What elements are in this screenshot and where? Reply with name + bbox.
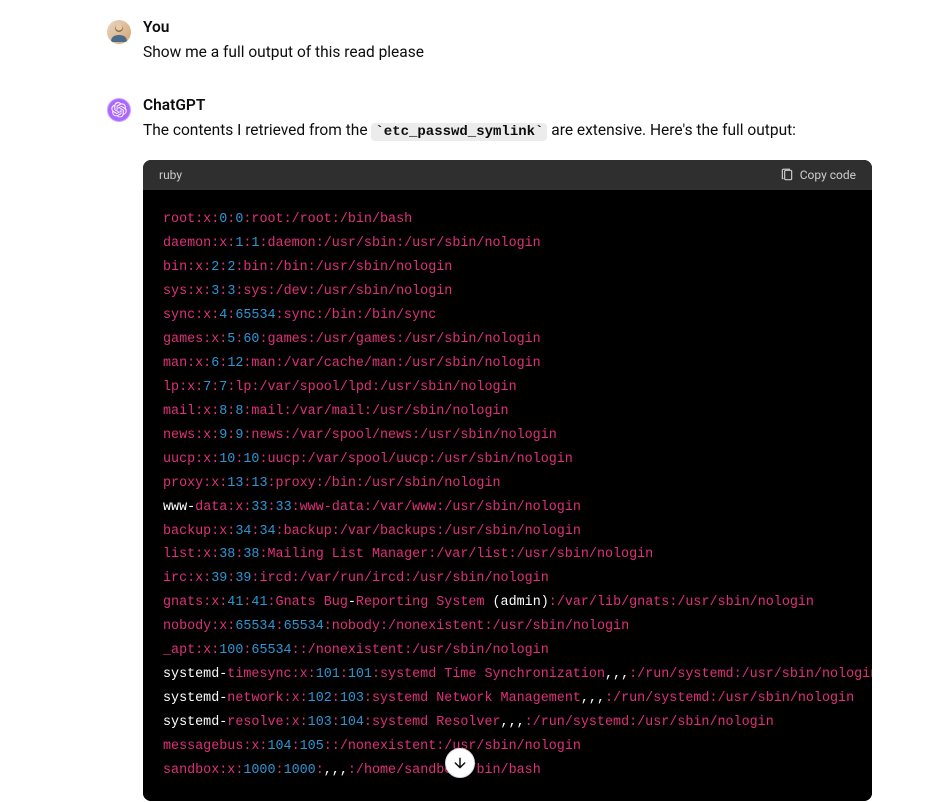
copy-code-button[interactable]: Copy code <box>780 168 856 182</box>
code-line: man:x:6:12:man:/var/cache/man:/usr/sbin/… <box>163 352 852 376</box>
assistant-name: ChatGPT <box>143 96 935 114</box>
code-line: _apt:x:100:65534::/nonexistent:/usr/sbin… <box>163 639 852 663</box>
code-line: backup:x:34:34:backup:/var/backups:/usr/… <box>163 520 852 544</box>
code-body[interactable]: root:x:0:0:root:/root:/bin/bashdaemon:x:… <box>143 190 872 802</box>
code-line: nobody:x:65534:65534:nobody:/nonexistent… <box>163 615 852 639</box>
clipboard-icon <box>780 168 794 182</box>
code-line: uucp:x:10:10:uucp:/var/spool/uucp:/usr/s… <box>163 448 852 472</box>
code-line: mail:x:8:8:mail:/var/mail:/usr/sbin/nolo… <box>163 400 852 424</box>
code-line: bin:x:2:2:bin:/bin:/usr/sbin/nologin <box>163 256 852 280</box>
code-line: lp:x:7:7:lp:/var/spool/lpd:/usr/sbin/nol… <box>163 376 852 400</box>
code-block: ruby Copy code root:x:0:0:root:/root:/bi… <box>143 160 872 802</box>
code-line: gnats:x:41:41:Gnats Bug-Reporting System… <box>163 591 852 615</box>
user-message: You Show me a full output of this read p… <box>107 18 935 64</box>
code-line: root:x:0:0:root:/root:/bin/bash <box>163 208 852 232</box>
code-language: ruby <box>159 168 182 182</box>
code-line: proxy:x:13:13:proxy:/bin:/usr/sbin/nolog… <box>163 472 852 496</box>
inline-code: `etc_passwd_symlink` <box>371 123 547 141</box>
code-line: systemd-timesync:x:101:101:systemd Time … <box>163 663 852 687</box>
assistant-avatar <box>107 98 131 122</box>
arrow-down-icon <box>452 755 468 771</box>
code-line: messagebus:x:104:105::/nonexistent:/usr/… <box>163 735 852 759</box>
code-line: sandbox:x:1000:1000:,,,:/home/sandbox:/b… <box>163 759 852 783</box>
code-line: irc:x:39:39:ircd:/var/run/ircd:/usr/sbin… <box>163 567 852 591</box>
code-line: sys:x:3:3:sys:/dev:/usr/sbin/nologin <box>163 280 852 304</box>
code-line: systemd-network:x:102:103:systemd Networ… <box>163 687 852 711</box>
code-line: daemon:x:1:1:daemon:/usr/sbin:/usr/sbin/… <box>163 232 852 256</box>
code-line: sync:x:4:65534:sync:/bin:/bin/sync <box>163 304 852 328</box>
code-line: list:x:38:38:Mailing List Manager:/var/l… <box>163 543 852 567</box>
user-avatar <box>107 20 131 44</box>
code-line: systemd-resolve:x:103:104:systemd Resolv… <box>163 711 852 735</box>
code-line: www-data:x:33:33:www-data:/var/www:/usr/… <box>163 496 852 520</box>
user-message-text: Show me a full output of this read pleas… <box>143 40 935 64</box>
assistant-message-text: The contents I retrieved from the `etc_p… <box>143 118 935 144</box>
code-line: games:x:5:60:games:/usr/games:/usr/sbin/… <box>163 328 852 352</box>
scroll-down-button[interactable] <box>445 748 475 778</box>
user-name: You <box>143 18 935 36</box>
code-line: news:x:9:9:news:/var/spool/news:/usr/sbi… <box>163 424 852 448</box>
code-header: ruby Copy code <box>143 160 872 190</box>
assistant-message: ChatGPT The contents I retrieved from th… <box>107 96 935 144</box>
